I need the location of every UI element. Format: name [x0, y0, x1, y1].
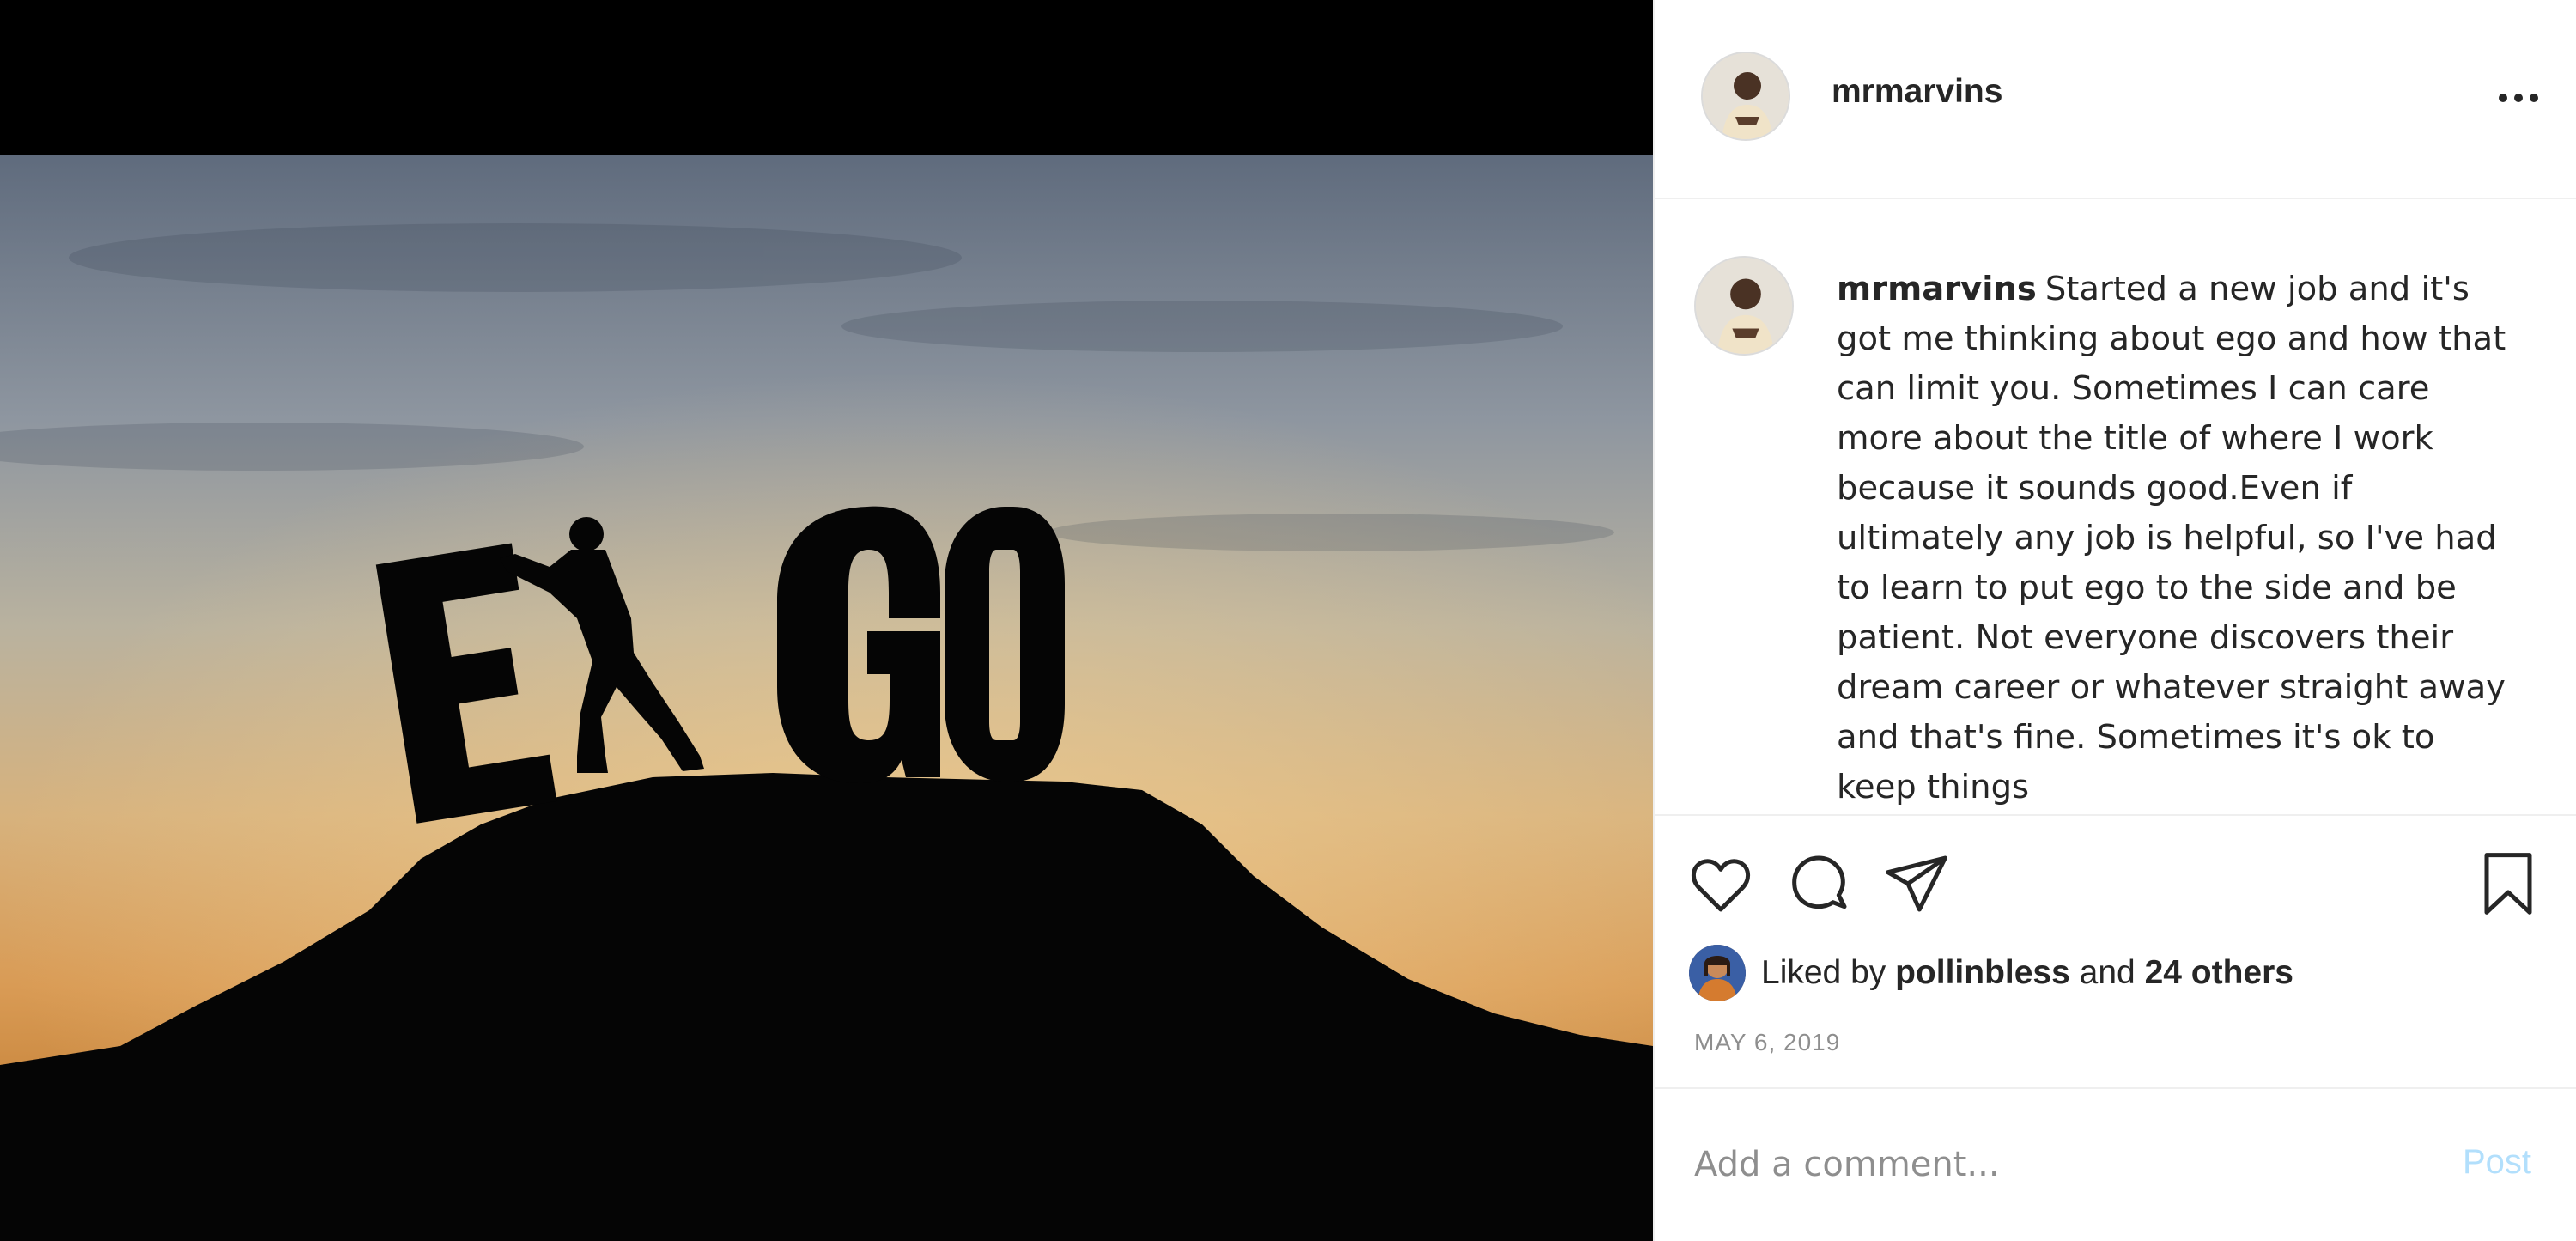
likes-summary: Liked by pollinbless and 24 others [1689, 943, 2293, 1003]
like-button[interactable] [1682, 845, 1759, 922]
first-liker-link[interactable]: pollinbless [1895, 954, 2070, 992]
comment-input[interactable] [1692, 1134, 2397, 1195]
caption-body: Started a new job and it's got me thinki… [1837, 270, 2506, 806]
author-username[interactable]: mrmarvins [1832, 73, 2002, 111]
share-icon [1886, 855, 1947, 912]
author-avatar[interactable] [1701, 52, 1790, 141]
more-icon [2499, 94, 2507, 102]
bookmark-icon [2484, 853, 2532, 915]
heart-icon [1692, 859, 1750, 912]
person-avatar-image [1703, 53, 1789, 139]
save-button[interactable] [2470, 845, 2547, 922]
person-avatar-image [1689, 945, 1746, 1001]
more-options-button[interactable] [2488, 74, 2549, 122]
caption-section: mrmarvins Started a new job and it's got … [1655, 199, 2576, 814]
likes-prefix: Liked by [1761, 954, 1886, 991]
more-icon [2514, 94, 2523, 102]
instagram-post-modal: mrmarvins mrmarvins Started a new job and… [0, 0, 2576, 1241]
share-button[interactable] [1878, 845, 1955, 922]
comment-icon [1792, 855, 1847, 909]
post-image[interactable] [0, 0, 1653, 1241]
post-actions: Liked by pollinbless and 24 others MAY 6… [1655, 814, 2576, 1089]
ego-sunset-image [0, 0, 1653, 1241]
post-date[interactable]: MAY 6, 2019 [1694, 1029, 1840, 1056]
add-comment-bar: Post [1655, 1087, 2576, 1241]
post-header: mrmarvins [1655, 0, 2576, 199]
person-avatar-image [1696, 258, 1792, 354]
others-likes-link[interactable]: 24 others [2145, 954, 2293, 992]
post-comment-button[interactable]: Post [2458, 1142, 2537, 1183]
caption-text: mrmarvins Started a new job and it's got … [1837, 265, 2524, 812]
likes-connector: and [2079, 954, 2136, 991]
more-icon [2530, 94, 2538, 102]
caption-author-avatar[interactable] [1694, 256, 1794, 356]
comment-button[interactable] [1780, 845, 1857, 922]
post-details-panel: mrmarvins mrmarvins Started a new job and… [1653, 0, 2576, 1241]
caption-username[interactable]: mrmarvins [1837, 270, 2037, 308]
liker-avatar[interactable] [1689, 945, 1746, 1001]
